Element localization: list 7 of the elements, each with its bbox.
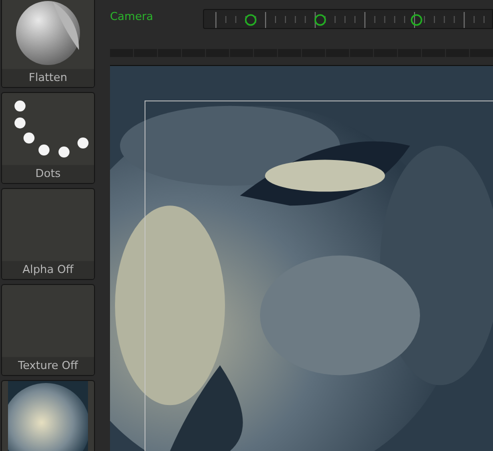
tool-tile[interactable]: Flatten <box>1 0 95 88</box>
sphere-icon <box>13 0 83 68</box>
timeline-label: Camera <box>110 10 154 22</box>
material-sphere-icon <box>8 381 88 451</box>
tool-tile[interactable]: Alpha Off <box>1 188 95 280</box>
tool-tile[interactable]: Texture Off <box>1 284 95 376</box>
tool-tile[interactable]: Dots <box>1 92 95 184</box>
